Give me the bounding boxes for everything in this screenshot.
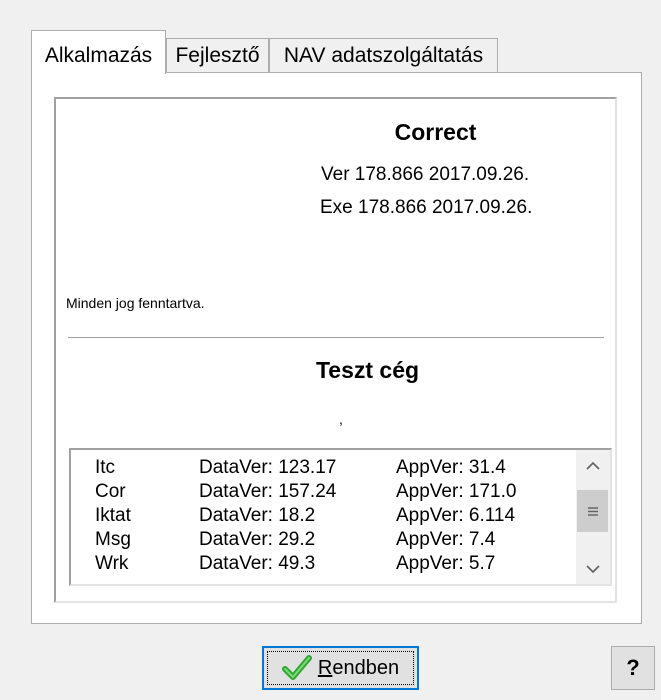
- module-name: Itc: [95, 457, 116, 478]
- rights-text: Minden jog fenntartva.: [66, 295, 205, 311]
- tab-label: NAV adatszolgáltatás: [283, 44, 484, 67]
- ok-button-face: Rendben: [267, 651, 414, 685]
- exe-line: Exe 178.866 2017.09.26.: [320, 197, 533, 218]
- module-appver: AppVer: 7.4: [396, 529, 496, 550]
- module-appver: AppVer: 6.114: [396, 505, 516, 526]
- module-dataver: DataVer: 123.17: [199, 457, 337, 478]
- help-button[interactable]: ?: [611, 646, 655, 690]
- scroll-thumb[interactable]: [577, 490, 608, 532]
- separator: [68, 337, 604, 339]
- scroll-up-button[interactable]: [576, 450, 610, 480]
- module-dataver: DataVer: 29.2: [199, 529, 316, 550]
- help-icon: ?: [626, 655, 640, 680]
- modules-list[interactable]: Itc DataVer: 123.17 AppVer: 31.4 Cor Dat…: [69, 448, 612, 586]
- module-name: Msg: [95, 529, 131, 550]
- module-appver: AppVer: 5.7: [396, 553, 496, 574]
- module-name: Iktat: [95, 505, 131, 526]
- company-name: Teszt cég: [315, 357, 420, 383]
- chevron-down-icon: [586, 564, 600, 573]
- module-dataver: DataVer: 18.2: [199, 505, 316, 526]
- tab-label: Fejlesztő: [175, 44, 260, 67]
- app-name: Correct: [394, 119, 477, 145]
- vertical-scrollbar[interactable]: [576, 450, 610, 584]
- ok-button[interactable]: Rendben: [262, 646, 419, 690]
- tab-nav-adatszolgaltatas[interactable]: NAV adatszolgáltatás: [269, 38, 498, 72]
- module-dataver: DataVer: 49.3: [199, 553, 316, 574]
- scroll-down-button[interactable]: [576, 554, 610, 584]
- checkmark-icon: [281, 655, 312, 680]
- tab-fejleszto[interactable]: Fejlesztő: [166, 38, 269, 72]
- module-name: Cor: [95, 481, 126, 502]
- company-subtitle: ,: [339, 411, 343, 427]
- module-appver: AppVer: 171.0: [396, 481, 517, 502]
- tab-alkalmazas[interactable]: Alkalmazás: [31, 30, 166, 74]
- module-name: Wrk: [95, 553, 129, 574]
- about-dialog: { "tabs": [ {"label": "Alkalmazás"}, {"l…: [0, 0, 661, 700]
- tab-label: Alkalmazás: [44, 44, 153, 67]
- grip-icon: [587, 506, 598, 516]
- chevron-up-icon: [586, 461, 600, 470]
- ok-button-label: Rendben: [317, 656, 400, 679]
- module-appver: AppVer: 31.4: [396, 457, 506, 478]
- module-dataver: DataVer: 157.24: [199, 481, 337, 502]
- ver-line: Ver 178.866 2017.09.26.: [321, 164, 530, 185]
